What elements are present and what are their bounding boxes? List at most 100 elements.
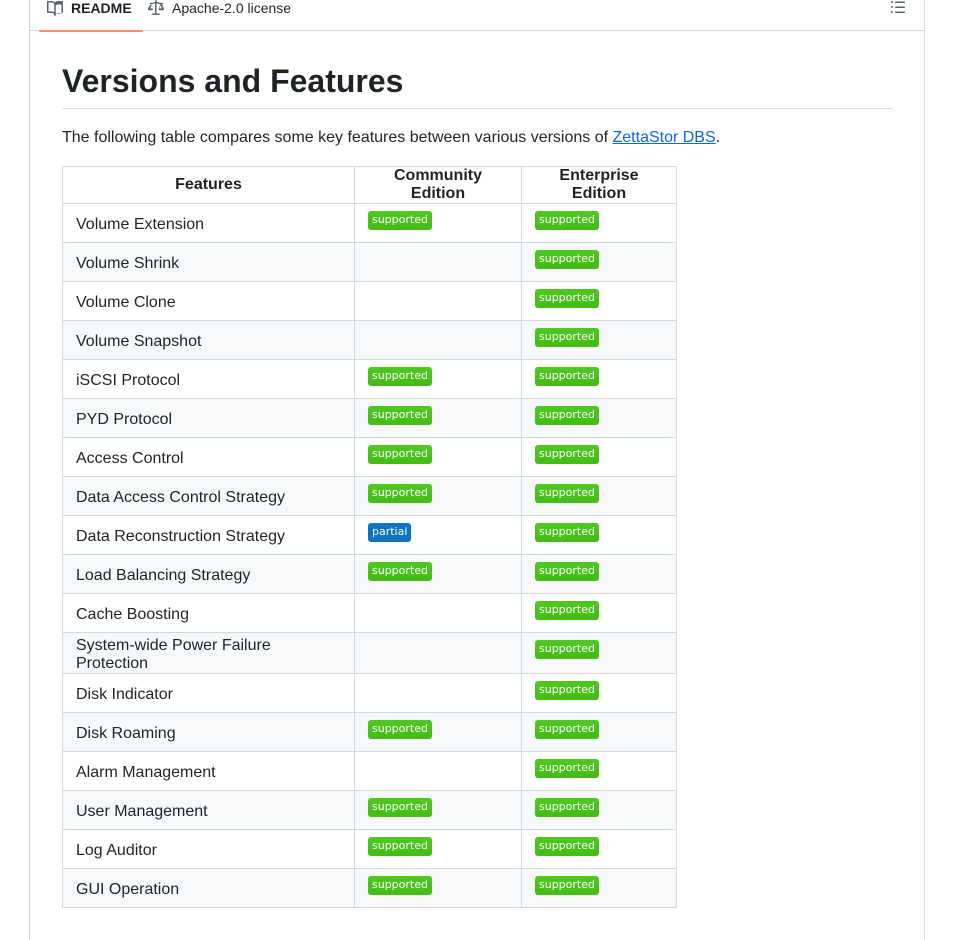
table-row: Data Access Control Strategy supported sup… [62,476,677,516]
feature-name-cell: Volume Clone [62,281,355,321]
intro-paragraph: The following table compares some key fe… [62,126,892,150]
readme-panel: README Apache-2.0 license Versions and F… [29,0,925,940]
feature-name-cell: Alarm Management [62,751,355,791]
feature-name-cell: iSCSI Protocol [62,359,355,399]
enterprise-edition-cell: supported [521,673,677,713]
table-row: Disk Indicator supported [62,673,677,713]
table-row: Log Auditor supported supported [62,829,677,869]
tab-readme[interactable]: README [39,0,143,32]
law-scale-icon [148,0,164,16]
supported-badge: supported [535,720,599,739]
enterprise-edition-cell: supported [521,398,677,438]
enterprise-edition-cell: supported [521,712,677,752]
enterprise-edition-cell: supported [521,632,677,674]
book-icon [47,0,63,16]
header-features: Features [62,166,355,204]
table-row: Volume Clone supported [62,281,677,321]
supported-badge: supported [535,484,599,503]
supported-badge: supported [535,445,599,464]
tab-license-label: Apache-2.0 license [172,0,292,16]
list-unordered-icon [890,0,906,15]
supported-badge: supported [535,601,599,620]
table-row: Alarm Management supported [62,751,677,791]
supported-badge: supported [535,640,599,659]
feature-name-cell: Access Control [62,437,355,477]
supported-badge: supported [535,681,599,700]
enterprise-edition-cell: supported [521,790,677,830]
feature-name-cell: System-wide Power Failure Protection [62,632,355,674]
enterprise-edition-cell: supported [521,242,677,282]
feature-name-cell: Data Reconstruction Strategy [62,515,355,555]
community-edition-cell: supported [354,398,522,438]
feature-name-cell: Disk Roaming [62,712,355,752]
community-edition-cell [354,242,522,282]
community-edition-cell [354,593,522,633]
section-title: Versions and Features [62,60,892,109]
table-row: iSCSI Protocol supported supported [62,359,677,399]
table-row: Cache Boosting supported [62,593,677,633]
enterprise-edition-cell: supported [521,593,677,633]
community-edition-cell: supported [354,712,522,752]
feature-name-cell: Cache Boosting [62,593,355,633]
feature-name-cell: Volume Extension [62,203,355,243]
enterprise-edition-cell: supported [521,359,677,399]
community-edition-cell: supported [354,437,522,477]
header-community-edition: Community Edition [354,166,522,204]
enterprise-edition-cell: supported [521,751,677,791]
enterprise-edition-cell: supported [521,554,677,594]
feature-name-cell: User Management [62,790,355,830]
feature-name-cell: Data Access Control Strategy [62,476,355,516]
table-row: System-wide Power Failure Protection supp… [62,632,677,674]
supported-badge: supported [368,876,432,895]
supported-badge: supported [535,876,599,895]
supported-badge: supported [535,837,599,856]
table-row: User Management supported supported [62,790,677,830]
community-edition-cell [354,281,522,321]
table-row: Load Balancing Strategy supported supporte… [62,554,677,594]
supported-badge: supported [535,211,599,230]
enterprise-edition-cell: supported [521,476,677,516]
features-comparison-table: Features Community Edition Enterprise Ed… [62,166,677,908]
enterprise-edition-cell: supported [521,281,677,321]
feature-name-cell: Log Auditor [62,829,355,869]
supported-badge: supported [368,406,432,425]
supported-badge: supported [535,523,599,542]
supported-badge: supported [368,211,432,230]
intro-suffix: . [715,129,721,146]
community-edition-cell: supported [354,829,522,869]
supported-badge: supported [368,445,432,464]
supported-badge: supported [535,289,599,308]
feature-name-cell: Volume Shrink [62,242,355,282]
supported-badge: supported [535,562,599,581]
supported-badge: supported [368,367,432,386]
community-edition-cell: supported [354,790,522,830]
enterprise-edition-cell: supported [521,320,677,360]
supported-badge: supported [368,837,432,856]
community-edition-cell [354,320,522,360]
feature-name-cell: Disk Indicator [62,673,355,713]
community-edition-cell [354,632,522,674]
community-edition-cell: supported [354,868,522,908]
zettastor-dbs-link[interactable]: ZettaStor DBS [613,129,716,146]
feature-name-cell: GUI Operation [62,868,355,908]
feature-name-cell: Volume Snapshot [62,320,355,360]
active-tab-indicator [39,30,143,32]
table-header-row: Features Community Edition Enterprise Ed… [62,166,677,204]
supported-badge: supported [368,484,432,503]
header-enterprise-edition: Enterprise Edition [521,166,677,204]
table-row: Volume Shrink supported [62,242,677,282]
feature-name-cell: Load Balancing Strategy [62,554,355,594]
supported-badge: supported [535,406,599,425]
tab-license[interactable]: Apache-2.0 license [148,0,291,31]
table-of-contents-button[interactable] [888,0,908,16]
table-row: Access Control supported supported [62,437,677,477]
supported-badge: supported [535,759,599,778]
supported-badge: supported [535,367,599,386]
community-edition-cell: supported [354,359,522,399]
feature-name-cell: PYD Protocol [62,398,355,438]
community-edition-cell: supported [354,554,522,594]
supported-badge: supported [535,798,599,817]
supported-badge: supported [535,250,599,269]
community-edition-cell: supported [354,476,522,516]
enterprise-edition-cell: supported [521,437,677,477]
